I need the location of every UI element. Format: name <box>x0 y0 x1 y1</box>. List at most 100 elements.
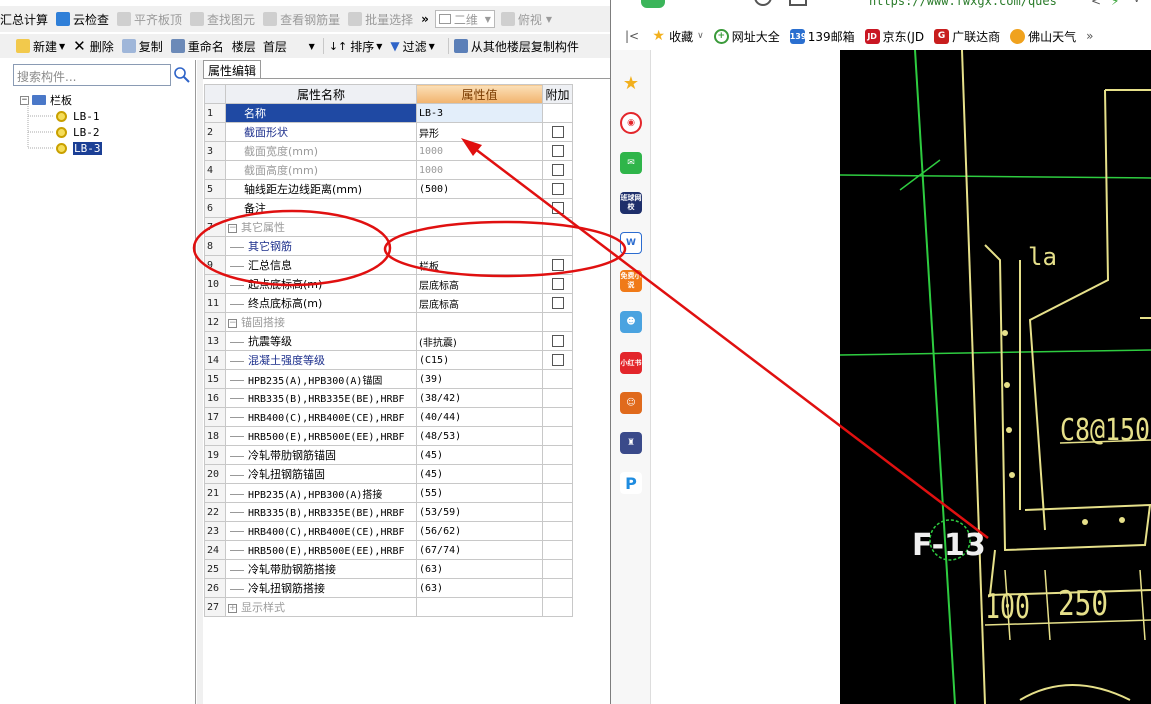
collapse-icon[interactable]: − <box>228 318 237 328</box>
table-row[interactable]: 23 HRB400(C),HRB400E(CE),HRBF (56/62) <box>204 521 573 541</box>
tab-property-edit[interactable]: 属性编辑 <box>203 60 262 79</box>
bookmark-glodon[interactable]: G 广联达商 <box>934 28 1000 45</box>
property-value-cell[interactable]: (63) <box>416 559 543 579</box>
summary-calc-button[interactable]: 汇总计算 <box>0 11 48 28</box>
table-row[interactable]: 17 HRB400(C),HRB400E(CE),HRBF (40/44) <box>204 407 573 427</box>
table-row[interactable]: 27 + 显示样式 <box>204 597 573 617</box>
table-row[interactable]: 8 其它钢筋 <box>204 236 573 256</box>
tree-item-lb-3[interactable]: LB-3 <box>56 140 102 156</box>
bookmark-139[interactable]: 139 139邮箱 <box>789 28 855 45</box>
mail-icon[interactable]: ✉ <box>620 152 642 174</box>
share-icon[interactable]: < <box>1091 0 1101 8</box>
table-row[interactable]: 12− 锚固搭接 <box>204 312 573 332</box>
property-value-cell[interactable] <box>416 597 543 617</box>
property-value-cell[interactable]: 层底标高 <box>416 274 543 294</box>
tree-item-lb-1[interactable]: LB-1 <box>56 108 100 124</box>
cloud-check-button[interactable]: 云检查 <box>56 11 109 28</box>
extra-checkbox[interactable] <box>551 354 564 366</box>
property-value-cell[interactable]: (48/53) <box>416 426 543 446</box>
property-value-cell[interactable] <box>416 217 543 237</box>
flat-top-button[interactable]: 平齐板顶 <box>117 11 182 28</box>
table-row[interactable]: 25 冷轧带肋钢筋搭接 (63) <box>204 559 573 579</box>
xiaohongshu-icon[interactable]: 小红书 <box>620 352 642 374</box>
rename-button[interactable]: 重命名 <box>170 38 224 55</box>
copy-button[interactable]: 复制 <box>121 38 163 55</box>
banqiu-icon[interactable]: 班球网校 <box>620 192 642 214</box>
property-value-cell[interactable]: (53/59) <box>416 502 543 522</box>
word-doc-icon[interactable]: W <box>620 232 642 254</box>
property-value-cell[interactable]: (56/62) <box>416 521 543 541</box>
url-text[interactable]: https://www.fwxgx.com/ques <box>869 0 1057 8</box>
extra-checkbox[interactable] <box>551 259 564 271</box>
search-icon[interactable] <box>173 66 191 84</box>
property-value-cell[interactable]: (45) <box>416 445 543 465</box>
lightning-icon[interactable]: ⚡ <box>1111 0 1119 8</box>
tree-item-lb-2[interactable]: LB-2 <box>56 124 100 140</box>
property-value-cell[interactable] <box>416 312 543 332</box>
table-row[interactable]: 6 备注 <box>204 198 573 218</box>
table-row[interactable]: 18 HRB500(E),HRB500E(EE),HRBF (48/53) <box>204 426 573 446</box>
refresh-icon[interactable] <box>754 0 772 6</box>
table-row[interactable]: 21 HPB235(A),HPB300(A)搭接 (55) <box>204 483 573 503</box>
chevron-down-icon[interactable]: ∨ <box>1133 0 1140 5</box>
property-value-cell[interactable]: 层底标高 <box>416 293 543 313</box>
game2-icon[interactable]: ☺ <box>620 392 642 414</box>
new-button[interactable]: 新建 ▼ <box>16 38 65 55</box>
panel-splitter[interactable] <box>196 60 203 704</box>
table-row[interactable]: 11 终点底标高(m) 层底标高 <box>204 293 573 313</box>
table-row[interactable]: 22 HRB335(B),HRB335E(BE),HRBF (53/59) <box>204 502 573 522</box>
property-value-cell[interactable]: (38/42) <box>416 388 543 408</box>
weibo-icon[interactable]: ◉ <box>620 112 642 134</box>
search-input[interactable]: 搜索构件... <box>13 64 171 86</box>
novel-icon[interactable]: 免费小说 <box>620 270 642 292</box>
floor-select[interactable]: 首层 ▼ <box>260 37 318 55</box>
table-row[interactable]: 3 截面宽度(mm) 1000 <box>204 141 573 161</box>
property-value-cell[interactable]: 1000 <box>416 141 543 161</box>
property-value-cell[interactable]: (63) <box>416 578 543 598</box>
extra-checkbox[interactable] <box>551 335 564 347</box>
table-row[interactable]: 9 汇总信息 栏板 <box>204 255 573 275</box>
table-row[interactable]: 10 起点底标高(m) 层底标高 <box>204 274 573 294</box>
bookmark-weather[interactable]: 佛山天气 <box>1010 28 1076 45</box>
extra-checkbox[interactable] <box>551 202 564 214</box>
table-row[interactable]: 4 截面高度(mm) 1000 <box>204 160 573 180</box>
property-value-cell[interactable]: (67/74) <box>416 540 543 560</box>
property-value-cell[interactable] <box>416 236 543 256</box>
table-row[interactable]: 20 冷轧扭钢筋锚固 (45) <box>204 464 573 484</box>
filter-button[interactable]: ▼ 过滤 ▼ <box>390 38 434 55</box>
table-row[interactable]: 7− 其它属性 <box>204 217 573 237</box>
view-angle-select[interactable]: 俯视 ▼ <box>500 11 552 28</box>
sidebar-toggle-icon[interactable]: |< <box>625 29 639 43</box>
p-app-icon[interactable]: P <box>620 472 642 494</box>
property-value-cell[interactable]: (55) <box>416 483 543 503</box>
table-row[interactable]: 26 冷轧扭钢筋搭接 (63) <box>204 578 573 598</box>
extra-checkbox[interactable] <box>551 297 564 309</box>
property-value-cell[interactable]: (500) <box>416 179 543 199</box>
property-value-cell[interactable]: 栏板 <box>416 255 543 275</box>
star-icon[interactable]: ★ <box>620 72 642 94</box>
batch-select-button[interactable]: 批量选择 <box>348 11 413 28</box>
bookmark-jd[interactable]: JD 京东(JD <box>864 28 924 45</box>
property-value-cell[interactable]: LB-3 <box>416 103 543 123</box>
toolbar-overflow-button[interactable]: » <box>421 12 429 26</box>
extra-checkbox[interactable] <box>551 278 564 290</box>
property-value-cell[interactable]: (45) <box>416 464 543 484</box>
extra-checkbox[interactable] <box>551 183 564 195</box>
property-value-cell[interactable] <box>416 198 543 218</box>
property-value-cell[interactable]: (非抗震) <box>416 331 543 351</box>
table-row[interactable]: 1 名称 LB-3 <box>204 103 573 123</box>
bookmark-nav[interactable]: + 网址大全 <box>713 28 780 45</box>
extra-checkbox[interactable] <box>551 126 564 138</box>
game3-icon[interactable]: ♜ <box>620 432 642 454</box>
find-element-button[interactable]: 查找图元 <box>190 11 255 28</box>
extra-checkbox[interactable] <box>551 164 564 176</box>
property-value-cell[interactable]: (40/44) <box>416 407 543 427</box>
game-icon[interactable]: ☻ <box>620 311 642 333</box>
property-value-cell[interactable]: (C15) <box>416 350 543 370</box>
table-row[interactable]: 13 抗震等级 (非抗震) <box>204 331 573 351</box>
table-row[interactable]: 16 HRB335(B),HRB335E(BE),HRBF (38/42) <box>204 388 573 408</box>
copy-from-floor-button[interactable]: 从其他楼层复制构件 <box>453 38 579 55</box>
table-row[interactable]: 15 HPB235(A),HPB300(A)锚固 (39) <box>204 369 573 389</box>
table-row[interactable]: 5 轴线距左边线距离(mm) (500) <box>204 179 573 199</box>
expand-icon[interactable]: + <box>228 603 237 613</box>
